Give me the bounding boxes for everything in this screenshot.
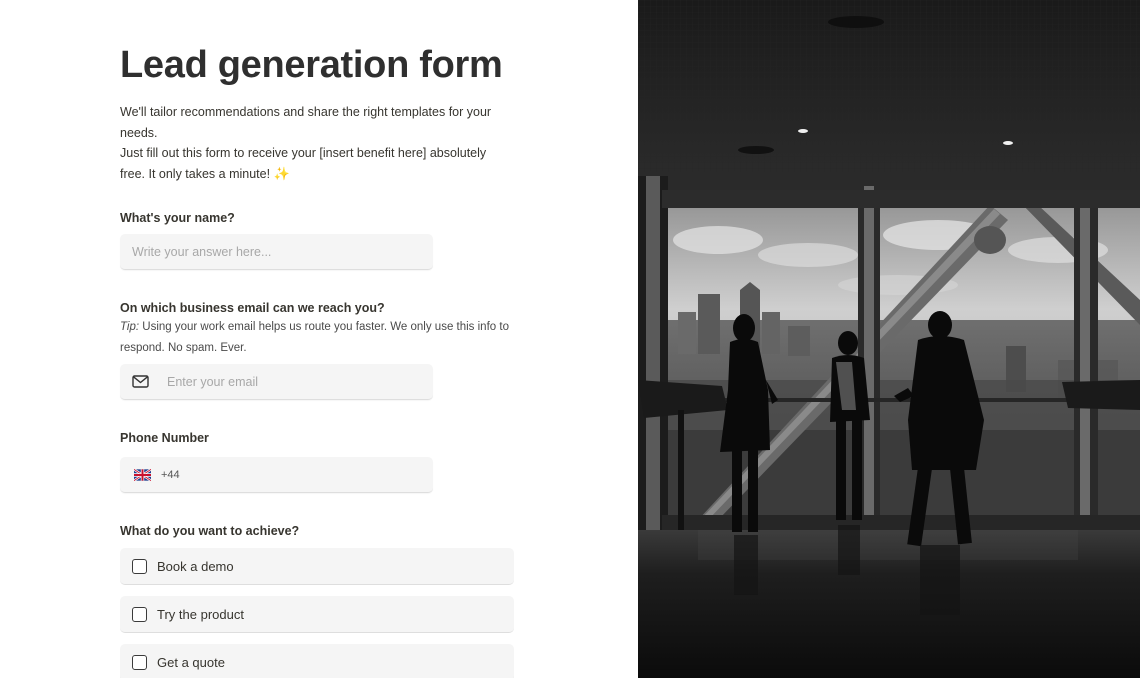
- email-input-placeholder: Enter your email: [167, 374, 259, 389]
- option-get-quote[interactable]: Get a quote: [120, 644, 514, 678]
- option-label: Book a demo: [157, 558, 234, 574]
- sparkle-icon: ✨: [273, 165, 290, 181]
- uk-flag-icon[interactable]: [134, 468, 151, 481]
- email-question-label: On which business email can we reach you…: [120, 301, 385, 315]
- intro-line-1: We'll tailor recommendations and share t…: [120, 105, 492, 140]
- phone-input[interactable]: +44: [120, 457, 433, 493]
- form-pane: Lead generation form We'll tailor recomm…: [0, 0, 638, 678]
- tip-text: Using your work email helps us route you…: [120, 321, 509, 354]
- envelope-icon: [132, 375, 149, 388]
- name-input[interactable]: Write your answer here...: [120, 234, 433, 270]
- office-silhouettes-photo: [638, 0, 1140, 678]
- option-try-product[interactable]: Try the product: [120, 596, 514, 633]
- intro-line-2-text: Just fill out this form to receive your …: [120, 146, 487, 181]
- intro-line-2: Just fill out this form to receive your …: [120, 143, 510, 184]
- page-title: Lead generation form: [120, 44, 503, 86]
- hero-photo: [638, 0, 1140, 678]
- intro-text: We'll tailor recommendations and share t…: [120, 102, 510, 184]
- checkbox[interactable]: [132, 606, 147, 622]
- name-input-placeholder: Write your answer here...: [132, 244, 272, 259]
- phone-question-label: Phone Number: [120, 431, 209, 445]
- checkbox[interactable]: [132, 558, 147, 574]
- phone-country-code: +44: [161, 468, 180, 481]
- option-book-demo[interactable]: Book a demo: [120, 548, 514, 585]
- checkbox[interactable]: [132, 654, 147, 670]
- email-tip: Tip: Using your work email helps us rout…: [120, 317, 510, 358]
- tip-prefix: Tip:: [120, 321, 140, 333]
- name-question-label: What's your name?: [120, 211, 235, 225]
- goal-question-label: What do you want to achieve?: [120, 524, 300, 538]
- option-label: Try the product: [157, 606, 244, 622]
- option-label: Get a quote: [157, 654, 225, 670]
- email-input[interactable]: Enter your email: [120, 364, 433, 400]
